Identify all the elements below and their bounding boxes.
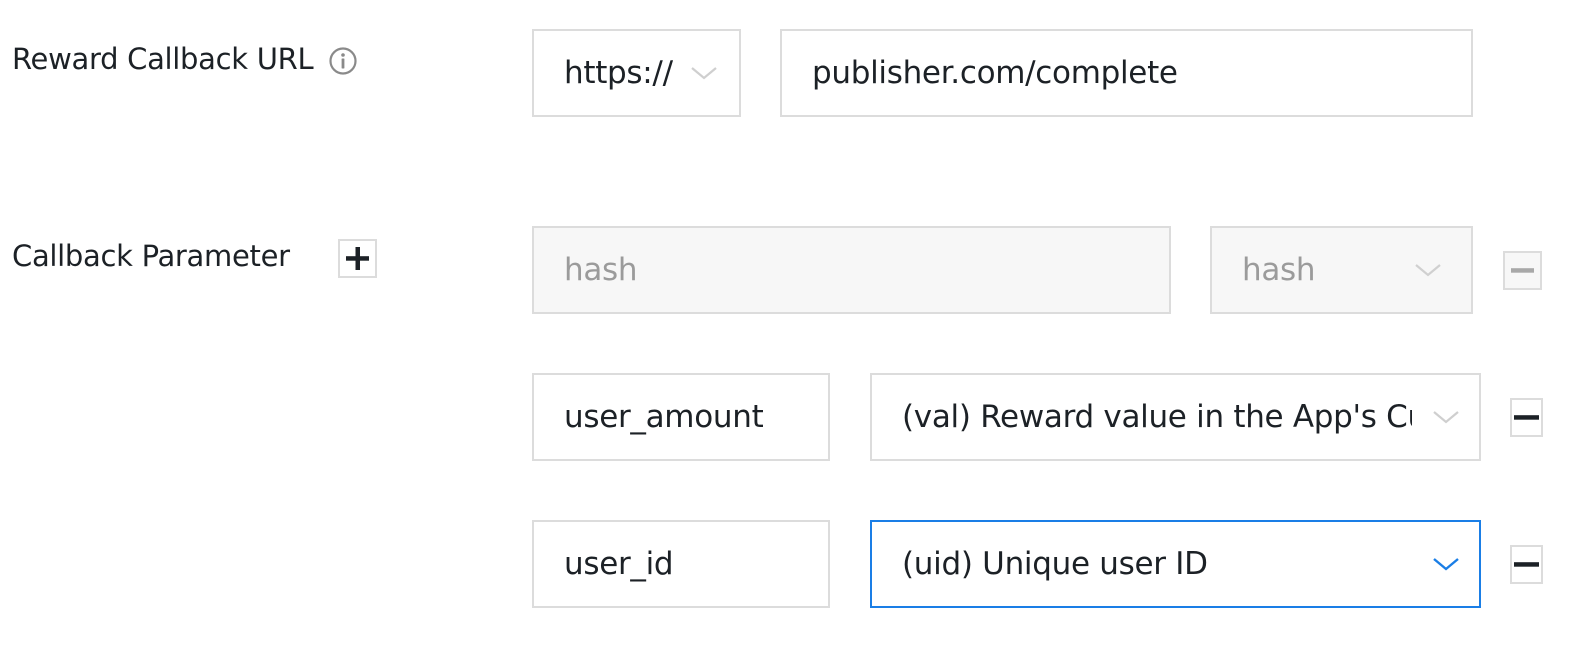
callback-settings-form: Reward Callback URL https:// publisher.c…: [0, 0, 1584, 666]
parameter-name-value: user_amount: [564, 399, 764, 435]
parameter-name-value: hash: [564, 252, 638, 288]
chevron-down-icon: [1433, 558, 1459, 571]
parameter-name-input-user-id[interactable]: user_id: [532, 520, 830, 608]
minus-icon: [1514, 415, 1539, 420]
parameter-name-value: user_id: [564, 546, 674, 582]
protocol-select[interactable]: https://: [532, 29, 741, 117]
parameter-macro-select-hash: hash: [1210, 226, 1473, 314]
parameter-macro-select-user-id[interactable]: (uid) Unique user ID: [870, 520, 1481, 608]
parameter-name-input-user-amount[interactable]: user_amount: [532, 373, 830, 461]
callback-parameter-label: Callback Parameter: [12, 239, 290, 273]
add-parameter-button[interactable]: [338, 239, 377, 278]
protocol-select-value: https://: [564, 55, 673, 91]
reward-callback-url-label: Reward Callback URL: [12, 42, 314, 76]
callback-url-value: publisher.com/complete: [812, 55, 1178, 91]
parameter-macro-value: (val) Reward value in the App's Currency: [902, 399, 1412, 435]
chevron-down-icon: [1433, 411, 1459, 424]
parameter-name-input-hash: hash: [532, 226, 1171, 314]
minus-icon: [1511, 268, 1534, 273]
remove-parameter-button-user-id[interactable]: [1510, 545, 1543, 584]
plus-icon: [346, 247, 369, 270]
chevron-down-icon: [691, 67, 717, 80]
chevron-down-icon: [1415, 264, 1441, 277]
parameter-macro-value: (uid) Unique user ID: [902, 546, 1208, 582]
minus-icon: [1514, 562, 1539, 567]
remove-parameter-button-user-amount[interactable]: [1510, 398, 1543, 437]
callback-url-input[interactable]: publisher.com/complete: [780, 29, 1473, 117]
info-icon[interactable]: [328, 46, 358, 76]
remove-parameter-button-hash: [1503, 251, 1542, 290]
parameter-macro-select-user-amount[interactable]: (val) Reward value in the App's Currency: [870, 373, 1481, 461]
parameter-macro-value: hash: [1242, 252, 1316, 288]
